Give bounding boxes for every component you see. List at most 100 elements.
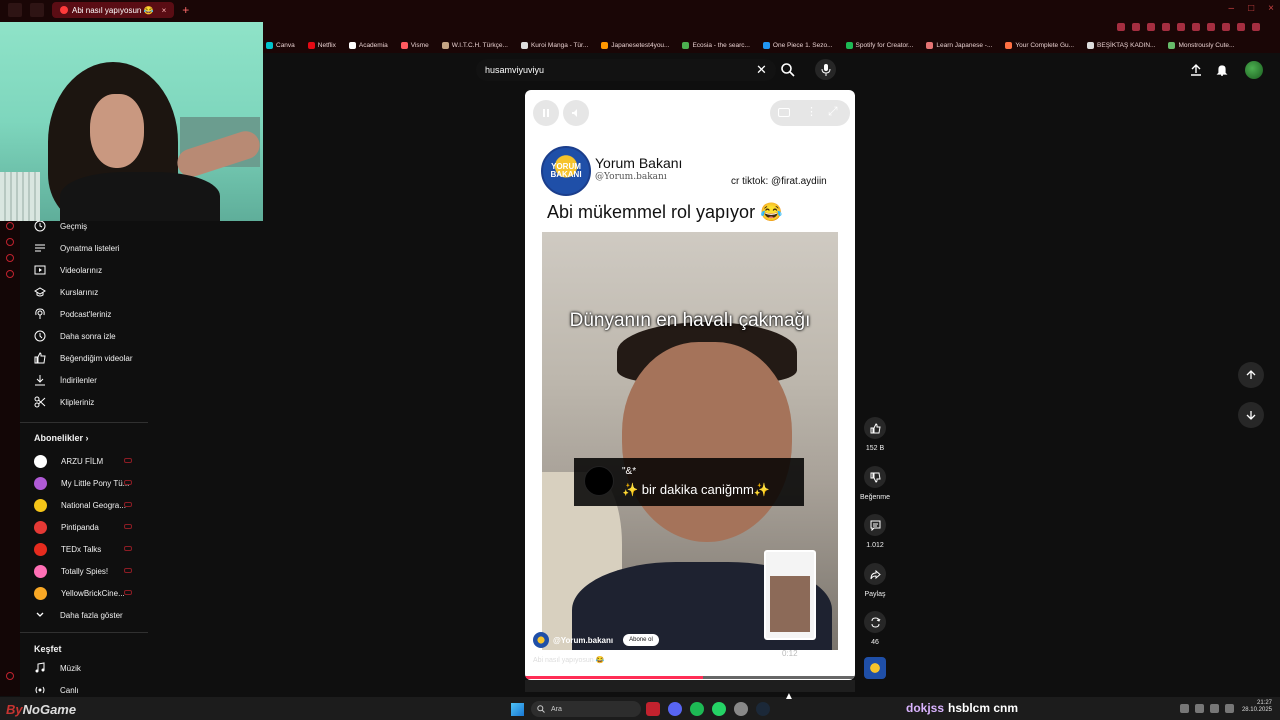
subscription-item[interactable]: Pintipanda [34, 518, 99, 536]
zoom-icon[interactable] [1117, 23, 1125, 31]
previous-short-button[interactable] [1238, 362, 1264, 388]
side-panel-settings-icon[interactable] [6, 672, 14, 680]
subscription-item[interactable]: TEDx Talks [34, 540, 101, 558]
whatsapp-icon[interactable] [712, 702, 726, 716]
upload-icon[interactable] [1188, 62, 1204, 78]
record-icon[interactable] [1162, 23, 1170, 31]
subscription-item[interactable]: National Geogra... [34, 496, 126, 514]
bookmark-item[interactable]: Monstrously Cute... [1168, 42, 1234, 49]
heart-icon[interactable] [1192, 23, 1200, 31]
side-panel-icon[interactable] [6, 270, 14, 278]
subscription-item[interactable]: Totally Spies! [34, 562, 108, 580]
spotify-icon[interactable] [690, 702, 704, 716]
captions-icon[interactable] [778, 108, 790, 117]
video-frame[interactable]: Dünyanın en havalı çakmağı "&* ✨ bir dak… [542, 232, 838, 650]
search-query[interactable]: husamviyuviyu [485, 65, 544, 75]
tray-network-icon[interactable] [1210, 704, 1219, 713]
taskbar-search[interactable]: Ara [531, 701, 641, 717]
steam-icon[interactable] [756, 702, 770, 716]
fullscreen-icon[interactable]: ⤢ [828, 104, 838, 119]
clock-time: 21:27 [1256, 700, 1272, 706]
subscription-item[interactable]: My Little Pony Tü... [34, 474, 129, 492]
bookmark-item[interactable]: One Piece 1. Sezo... [762, 42, 833, 49]
side-panel-icon[interactable] [6, 254, 14, 262]
search-icon[interactable] [780, 62, 796, 78]
bookmark-item[interactable]: Spotify for Creator... [845, 42, 913, 49]
close-tab-icon[interactable]: × [162, 6, 167, 15]
sidebar-item-podcast[interactable]: Podcast'leriniz [34, 305, 111, 323]
screenshot-icon[interactable] [1147, 23, 1155, 31]
short-title[interactable]: Abi nasıl yapıyosun 😂 [533, 656, 604, 664]
discord-icon[interactable] [668, 702, 682, 716]
sidebar-item-courses[interactable]: Kurslarınız [34, 283, 98, 301]
channel-avatar[interactable] [533, 632, 549, 648]
channel-name[interactable]: @Yorum.bakanı [553, 636, 613, 645]
pause-button[interactable] [533, 100, 559, 126]
tray-volume-icon[interactable] [1225, 704, 1234, 713]
minimize-icon[interactable]: – [1229, 3, 1235, 14]
next-short-button[interactable] [1238, 402, 1264, 428]
sidebar-item-music[interactable]: Müzik [34, 659, 81, 677]
subscription-item[interactable]: ARZU FİLM [34, 452, 103, 470]
bookmark-label: Netflix [317, 42, 336, 49]
bookmark-item[interactable]: Netflix [307, 42, 336, 49]
like-button[interactable] [864, 417, 886, 439]
bookmark-item[interactable]: Kuroi Manga - Tür... [520, 42, 588, 49]
dislike-button[interactable] [864, 466, 886, 488]
notifications-bell-icon[interactable] [1214, 62, 1230, 78]
remix-button[interactable] [864, 611, 886, 633]
window-menu-icon[interactable] [8, 3, 22, 17]
maximize-icon[interactable]: □ [1248, 3, 1254, 14]
subscription-item[interactable]: YellowBrickCine... [34, 584, 125, 602]
voice-search-button[interactable] [815, 59, 836, 80]
bookmark-item[interactable]: Academia [348, 42, 388, 49]
play-icon[interactable] [1177, 23, 1185, 31]
shorts-player[interactable]: ⋮ ⤢ YORUM BAKANI Yorum Bakanı @Yorum.bak… [525, 90, 855, 680]
bookmark-item[interactable]: W.I.T.C.H. Türkçe... [441, 42, 508, 49]
sidebar-item-like[interactable]: Beğendiğim videolar [34, 349, 133, 367]
sidebar-icon[interactable] [1237, 23, 1245, 31]
clear-search-icon[interactable]: ✕ [756, 62, 767, 78]
tray-mic-icon[interactable] [1195, 704, 1204, 713]
subscribe-button[interactable]: Abone ol [623, 634, 659, 646]
opera-gx-icon[interactable] [646, 702, 660, 716]
bookmark-item[interactable]: Learn Japanese -... [926, 42, 992, 49]
sidebar-item-scissors[interactable]: Klipleriniz [34, 393, 94, 411]
wallet-icon[interactable] [1222, 23, 1230, 31]
remix-action: 46 [855, 611, 895, 646]
tab-overview-icon[interactable] [30, 3, 44, 17]
sidebar-item-download[interactable]: İndirilenler [34, 371, 97, 389]
comments-button[interactable] [864, 514, 886, 536]
active-tab[interactable]: Abi nasıl yapıyosun 😂 × [52, 2, 175, 18]
sound-source-avatar[interactable] [864, 657, 886, 679]
account-avatar[interactable] [1245, 61, 1263, 79]
side-panel-icon[interactable] [6, 222, 14, 230]
bookmark-item[interactable]: Ecosia - the searc... [682, 42, 750, 49]
side-panel-icon[interactable] [6, 238, 14, 246]
subscriptions-heading[interactable]: Abonelikler › [34, 433, 89, 443]
windows-start-icon[interactable] [511, 703, 524, 716]
menu-icon[interactable] [1252, 23, 1260, 31]
new-tab-icon[interactable]: + [182, 3, 189, 17]
tray-chevron-icon[interactable] [1180, 704, 1189, 713]
sidebar-item-your-videos[interactable]: Videolarınız [34, 261, 102, 279]
bookmark-item[interactable]: Canva [266, 42, 295, 49]
sidebar-item-playlist[interactable]: Oynatma listeleri [34, 239, 120, 257]
share-button[interactable] [864, 563, 886, 585]
obs-icon[interactable] [734, 702, 748, 716]
sidebar-item-watch-later[interactable]: Daha sonra izle [34, 327, 116, 345]
bookmark-item[interactable]: Your Complete Gu... [1005, 42, 1074, 49]
taskbar-clock[interactable]: 21:27 28.10.2025 [1238, 700, 1272, 714]
volume-button[interactable] [563, 100, 589, 126]
download-icon[interactable] [1207, 23, 1215, 31]
more-options-icon[interactable]: ⋮ [806, 105, 817, 118]
pin-icon[interactable] [1132, 23, 1140, 31]
bookmark-label: Monstrously Cute... [1178, 42, 1235, 49]
comment-action: 1.012 [855, 514, 895, 549]
bookmark-item[interactable]: Visme [400, 42, 429, 49]
bookmark-item[interactable]: BEŞİKTAŞ KADIN... [1087, 42, 1155, 49]
bookmark-item[interactable]: Japanesetest4you... [601, 42, 669, 49]
window-close-icon[interactable]: × [1268, 3, 1274, 14]
progress-bar[interactable] [525, 676, 855, 679]
show-more-button[interactable]: Daha fazla göster [34, 606, 123, 624]
